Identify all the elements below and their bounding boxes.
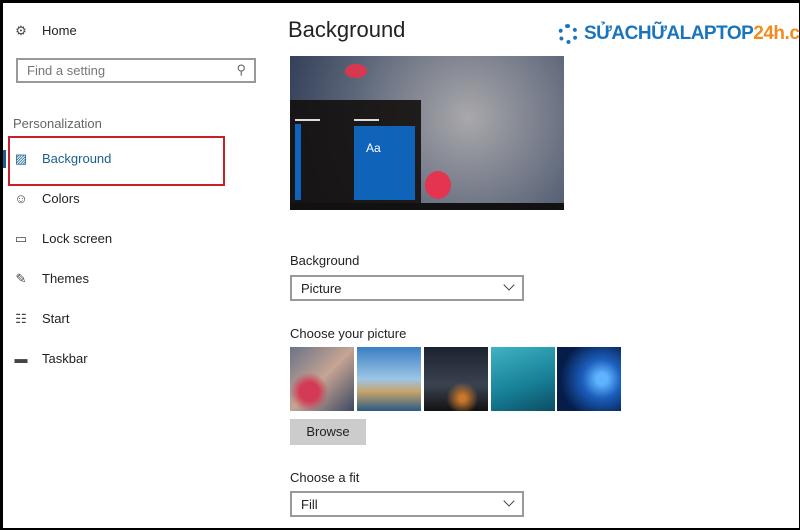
- start-icon: ☷: [15, 310, 27, 326]
- gear-logo-icon: [558, 24, 578, 44]
- picture-thumbnail-2[interactable]: [357, 347, 421, 411]
- gear-icon: ⚙: [15, 22, 27, 38]
- section-heading: Personalization: [13, 116, 102, 131]
- sidebar-item-colors[interactable]: ☺ Colors: [13, 190, 79, 206]
- taskbar-icon: ▬: [14, 350, 28, 366]
- page-title: Background: [288, 17, 406, 42]
- choose-picture-label: Choose your picture: [290, 326, 407, 341]
- lock-screen-icon: ▭: [14, 230, 28, 246]
- chevron-down-icon: [503, 279, 515, 291]
- selection-indicator: [3, 150, 6, 168]
- logo: SỬACHỮALAPTOP24h.com: [558, 23, 800, 45]
- sidebar-item-taskbar[interactable]: ▬ Taskbar: [13, 351, 88, 366]
- palette-icon: ☺: [14, 190, 28, 206]
- taskbar-preview: [290, 203, 564, 210]
- sidebar-item-start[interactable]: ☷ Start: [13, 311, 69, 326]
- background-preview: Aa: [290, 56, 564, 210]
- picture-thumbnail-4[interactable]: [491, 347, 555, 411]
- start-menu-preview: Aa: [290, 100, 421, 203]
- search-input[interactable]: Find a setting ⚲: [16, 58, 256, 83]
- picture-thumbnail-1[interactable]: [290, 347, 354, 411]
- fit-label: Choose a fit: [290, 470, 360, 485]
- sidebar-home[interactable]: ⚙ Home: [13, 23, 77, 38]
- sidebar-item-lock-screen[interactable]: ▭ Lock screen: [13, 231, 112, 246]
- picture-icon: ▨: [14, 150, 28, 166]
- sidebar-item-background[interactable]: ▨ Background: [13, 150, 112, 166]
- chevron-down-icon: [503, 495, 515, 507]
- background-dropdown[interactable]: Picture: [290, 275, 524, 301]
- sidebar-item-themes[interactable]: ✎ Themes: [13, 271, 89, 286]
- browse-button[interactable]: Browse: [290, 419, 366, 445]
- picture-thumbnail-5[interactable]: [557, 347, 621, 411]
- search-icon: ⚲: [236, 62, 246, 77]
- themes-icon: ✎: [15, 270, 27, 286]
- fit-dropdown[interactable]: Fill: [290, 491, 524, 517]
- picture-thumbnail-3[interactable]: [424, 347, 488, 411]
- background-label: Background: [290, 253, 360, 268]
- preview-tile: Aa: [354, 126, 415, 200]
